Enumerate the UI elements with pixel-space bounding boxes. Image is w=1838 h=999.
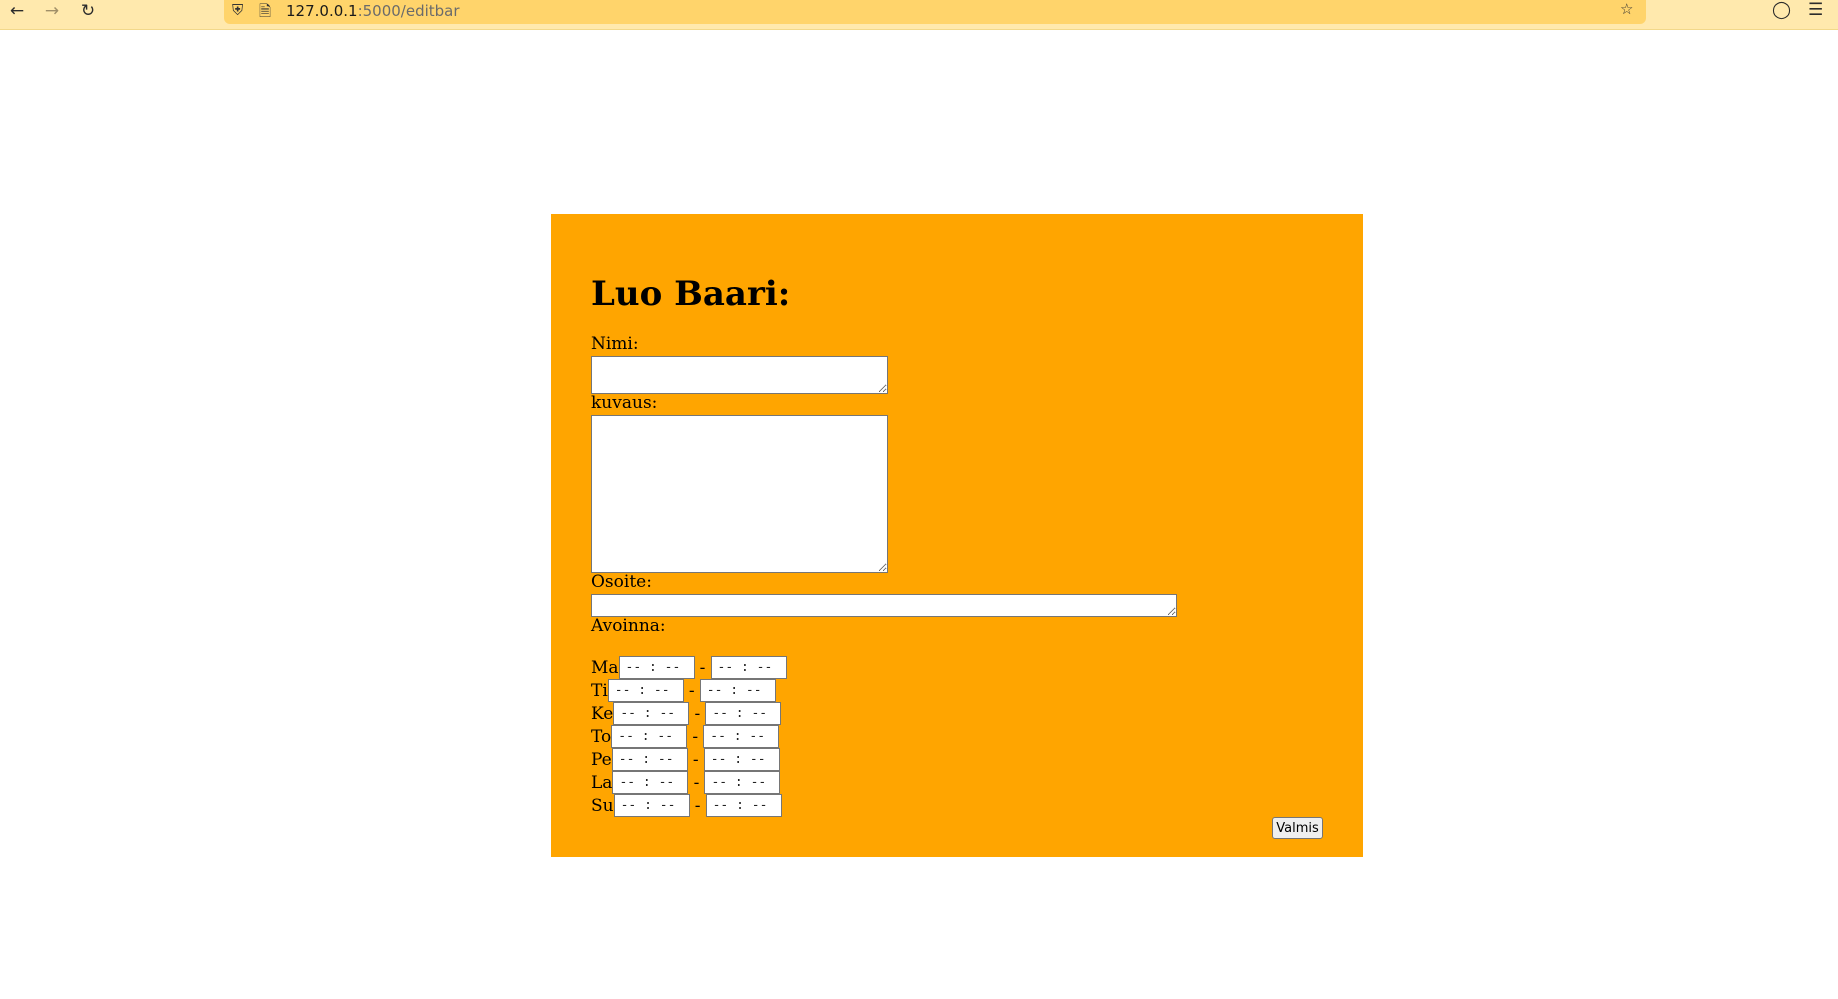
open-time-input[interactable]: -- : -- xyxy=(613,702,690,725)
open-time-input[interactable]: -- : -- xyxy=(613,794,690,817)
hours-row-pe: Pe -- : -- - -- : -- xyxy=(591,748,780,771)
address-field[interactable] xyxy=(591,594,1177,617)
day-label: Ma xyxy=(591,657,619,678)
hours-row-la: La -- : -- - -- : -- xyxy=(591,771,781,794)
close-time-input[interactable]: -- : -- xyxy=(703,748,780,771)
browser-toolbar: ← → ↻ ⛨ 🗎 127.0.0.1:5000/editbar ☆ ◯ ☰ xyxy=(0,0,1838,30)
open-time-input[interactable]: -- : -- xyxy=(612,771,689,794)
day-label: Ti xyxy=(591,680,608,701)
day-label: La xyxy=(591,772,613,793)
url-host: 127.0.0.1 xyxy=(286,2,358,20)
submit-button[interactable]: Valmis xyxy=(1272,817,1323,839)
address-label: Osoite: xyxy=(591,572,652,592)
time-separator: - xyxy=(688,680,695,701)
time-separator: - xyxy=(699,657,706,678)
time-separator: - xyxy=(694,795,701,816)
open-time-input[interactable]: -- : -- xyxy=(618,656,695,679)
day-label: To xyxy=(591,726,612,747)
hours-row-to: To -- : -- - -- : -- xyxy=(591,725,780,748)
hours-row-ma: Ma -- : -- - -- : -- xyxy=(591,656,787,679)
day-label: Su xyxy=(591,795,614,816)
page-icon: 🗎 xyxy=(259,2,272,20)
day-label: Ke xyxy=(591,703,614,724)
open-hours-label: Avoinna: xyxy=(591,616,666,636)
address-bar[interactable]: ⛨ 🗎 127.0.0.1:5000/editbar ☆ xyxy=(224,0,1646,24)
description-label: kuvaus: xyxy=(591,393,658,413)
page-title: Luo Baari: xyxy=(591,274,791,314)
open-time-input[interactable]: -- : -- xyxy=(611,725,688,748)
url-path: :5000/editbar xyxy=(357,2,460,20)
url-text[interactable]: 127.0.0.1:5000/editbar xyxy=(286,2,460,20)
description-field[interactable] xyxy=(591,415,888,573)
open-time-input[interactable]: -- : -- xyxy=(611,748,688,771)
hours-row-ti: Ti -- : -- - -- : -- xyxy=(591,679,776,702)
open-time-input[interactable]: -- : -- xyxy=(607,679,684,702)
close-time-input[interactable]: -- : -- xyxy=(704,771,781,794)
close-time-input[interactable]: -- : -- xyxy=(705,702,782,725)
menu-icon[interactable]: ☰ xyxy=(1808,0,1823,20)
name-field[interactable] xyxy=(591,356,888,394)
time-separator: - xyxy=(692,749,699,770)
pocket-icon[interactable]: ◯ xyxy=(1772,0,1791,20)
shield-icon[interactable]: ⛨ xyxy=(232,1,243,19)
close-time-input[interactable]: -- : -- xyxy=(699,679,776,702)
reload-icon[interactable]: ↻ xyxy=(74,0,102,22)
bookmark-star-icon[interactable]: ☆ xyxy=(1620,0,1633,18)
hours-row-ke: Ke -- : -- - -- : -- xyxy=(591,702,782,725)
time-separator: - xyxy=(692,726,699,747)
day-label: Pe xyxy=(591,749,612,770)
back-icon[interactable]: ← xyxy=(3,0,31,22)
time-separator: - xyxy=(693,772,700,793)
create-bar-form: Luo Baari: Nimi: kuvaus: Osoite: Avoinna… xyxy=(551,214,1363,857)
name-label: Nimi: xyxy=(591,334,639,354)
time-separator: - xyxy=(694,703,701,724)
close-time-input[interactable]: -- : -- xyxy=(703,725,780,748)
forward-icon[interactable]: → xyxy=(38,0,66,22)
close-time-input[interactable]: -- : -- xyxy=(710,656,787,679)
hours-row-su: Su -- : -- - -- : -- xyxy=(591,794,782,817)
close-time-input[interactable]: -- : -- xyxy=(705,794,782,817)
